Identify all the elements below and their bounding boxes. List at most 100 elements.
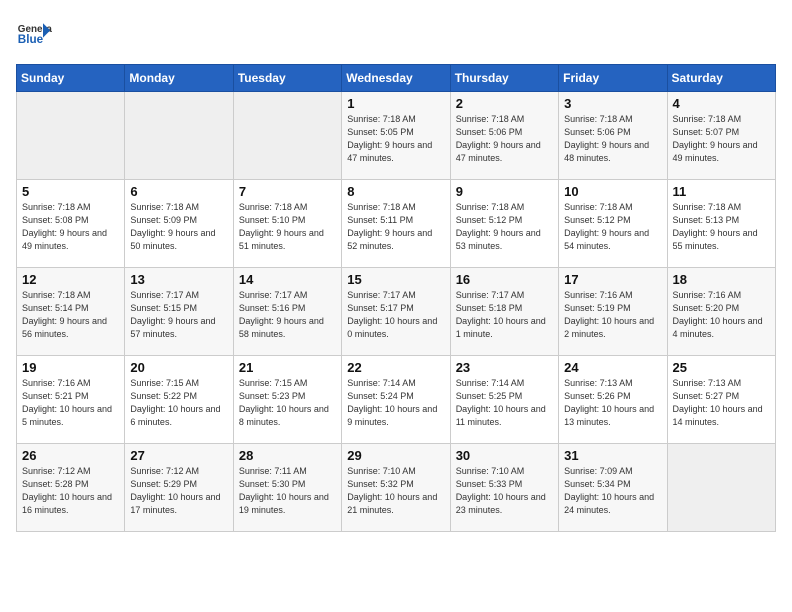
day-number: 8: [347, 184, 444, 199]
calendar-cell: 5 Sunrise: 7:18 AM Sunset: 5:08 PM Daylig…: [17, 180, 125, 268]
day-number: 22: [347, 360, 444, 375]
calendar-cell: 10Sunrise: 7:18 AM Sunset: 5:12 PM Dayli…: [559, 180, 667, 268]
calendar-cell: 24Sunrise: 7:13 AM Sunset: 5:26 PM Dayli…: [559, 356, 667, 444]
calendar-cell: 21 Sunrise: 7:15 AM Sunset: 5:23 PM Dayli…: [233, 356, 341, 444]
day-number: 5: [22, 184, 119, 199]
day-number: 23: [456, 360, 553, 375]
week-row-4: 19 Sunrise: 7:16 AM Sunset: 5:21 PM Dayli…: [17, 356, 776, 444]
calendar-cell: [233, 92, 341, 180]
header-thursday: Thursday: [450, 65, 558, 92]
calendar-cell: 19 Sunrise: 7:16 AM Sunset: 5:21 PM Dayli…: [17, 356, 125, 444]
day-number: 28: [239, 448, 336, 463]
cell-info: Sunrise: 7:16 AM Sunset: 5:20 PM Dayligh…: [673, 289, 770, 341]
cell-info: Sunrise: 7:17 AM Sunset: 5:15 PM Dayligh…: [130, 289, 227, 341]
cell-info: Sunrise: 7:13 AM Sunset: 5:27 PM Dayligh…: [673, 377, 770, 429]
day-number: 12: [22, 272, 119, 287]
day-number: 21: [239, 360, 336, 375]
calendar-cell: 25 Sunrise: 7:13 AM Sunset: 5:27 PM Dayli…: [667, 356, 775, 444]
day-number: 26: [22, 448, 119, 463]
day-number: 27: [130, 448, 227, 463]
day-number: 29: [347, 448, 444, 463]
day-number: 31: [564, 448, 661, 463]
day-number: 11: [673, 184, 770, 199]
cell-info: Sunrise: 7:18 AM Sunset: 5:08 PM Dayligh…: [22, 201, 119, 253]
cell-info: Sunrise: 7:17 AM Sunset: 5:18 PM Dayligh…: [456, 289, 553, 341]
header-monday: Monday: [125, 65, 233, 92]
calendar-cell: 6Sunrise: 7:18 AM Sunset: 5:09 PM Daylig…: [125, 180, 233, 268]
day-number: 20: [130, 360, 227, 375]
calendar-cell: 13 Sunrise: 7:17 AM Sunset: 5:15 PM Dayli…: [125, 268, 233, 356]
day-number: 7: [239, 184, 336, 199]
week-row-1: 1 Sunrise: 7:18 AM Sunset: 5:05 PM Daylig…: [17, 92, 776, 180]
day-number: 3: [564, 96, 661, 111]
cell-info: Sunrise: 7:16 AM Sunset: 5:19 PM Dayligh…: [564, 289, 661, 341]
calendar-cell: 4 Sunrise: 7:18 AM Sunset: 5:07 PM Daylig…: [667, 92, 775, 180]
cell-info: Sunrise: 7:18 AM Sunset: 5:12 PM Dayligh…: [564, 201, 661, 253]
calendar-cell: [17, 92, 125, 180]
calendar-cell: 7Sunrise: 7:18 AM Sunset: 5:10 PM Daylig…: [233, 180, 341, 268]
day-number: 14: [239, 272, 336, 287]
calendar-cell: 9 Sunrise: 7:18 AM Sunset: 5:12 PM Daylig…: [450, 180, 558, 268]
day-number: 16: [456, 272, 553, 287]
header-saturday: Saturday: [667, 65, 775, 92]
cell-info: Sunrise: 7:17 AM Sunset: 5:16 PM Dayligh…: [239, 289, 336, 341]
cell-info: Sunrise: 7:10 AM Sunset: 5:32 PM Dayligh…: [347, 465, 444, 517]
cell-info: Sunrise: 7:17 AM Sunset: 5:17 PM Dayligh…: [347, 289, 444, 341]
cell-info: Sunrise: 7:18 AM Sunset: 5:14 PM Dayligh…: [22, 289, 119, 341]
calendar-cell: 23 Sunrise: 7:14 AM Sunset: 5:25 PM Dayli…: [450, 356, 558, 444]
cell-info: Sunrise: 7:18 AM Sunset: 5:13 PM Dayligh…: [673, 201, 770, 253]
calendar-cell: 2 Sunrise: 7:18 AM Sunset: 5:06 PM Daylig…: [450, 92, 558, 180]
header-tuesday: Tuesday: [233, 65, 341, 92]
calendar-cell: 17 Sunrise: 7:16 AM Sunset: 5:19 PM Dayli…: [559, 268, 667, 356]
calendar-cell: 29 Sunrise: 7:10 AM Sunset: 5:32 PM Dayli…: [342, 444, 450, 532]
calendar-cell: 12 Sunrise: 7:18 AM Sunset: 5:14 PM Dayli…: [17, 268, 125, 356]
calendar-cell: 15Sunrise: 7:17 AM Sunset: 5:17 PM Dayli…: [342, 268, 450, 356]
cell-info: Sunrise: 7:14 AM Sunset: 5:24 PM Dayligh…: [347, 377, 444, 429]
calendar-cell: 30 Sunrise: 7:10 AM Sunset: 5:33 PM Dayli…: [450, 444, 558, 532]
calendar-cell: 31 Sunrise: 7:09 AM Sunset: 5:34 PM Dayli…: [559, 444, 667, 532]
week-row-2: 5 Sunrise: 7:18 AM Sunset: 5:08 PM Daylig…: [17, 180, 776, 268]
calendar-cell: 14 Sunrise: 7:17 AM Sunset: 5:16 PM Dayli…: [233, 268, 341, 356]
calendar-cell: 18Sunrise: 7:16 AM Sunset: 5:20 PM Dayli…: [667, 268, 775, 356]
day-number: 6: [130, 184, 227, 199]
calendar-cell: [667, 444, 775, 532]
day-number: 9: [456, 184, 553, 199]
header-sunday: Sunday: [17, 65, 125, 92]
page-header: General Blue: [16, 16, 776, 52]
day-number: 25: [673, 360, 770, 375]
header-wednesday: Wednesday: [342, 65, 450, 92]
calendar-cell: [125, 92, 233, 180]
cell-info: Sunrise: 7:18 AM Sunset: 5:06 PM Dayligh…: [456, 113, 553, 165]
cell-info: Sunrise: 7:12 AM Sunset: 5:28 PM Dayligh…: [22, 465, 119, 517]
day-number: 19: [22, 360, 119, 375]
calendar-cell: 28 Sunrise: 7:11 AM Sunset: 5:30 PM Dayli…: [233, 444, 341, 532]
cell-info: Sunrise: 7:16 AM Sunset: 5:21 PM Dayligh…: [22, 377, 119, 429]
cell-info: Sunrise: 7:15 AM Sunset: 5:23 PM Dayligh…: [239, 377, 336, 429]
calendar-cell: 22 Sunrise: 7:14 AM Sunset: 5:24 PM Dayli…: [342, 356, 450, 444]
svg-text:Blue: Blue: [18, 33, 44, 46]
calendar-body: 1 Sunrise: 7:18 AM Sunset: 5:05 PM Daylig…: [17, 92, 776, 532]
cell-info: Sunrise: 7:18 AM Sunset: 5:05 PM Dayligh…: [347, 113, 444, 165]
cell-info: Sunrise: 7:10 AM Sunset: 5:33 PM Dayligh…: [456, 465, 553, 517]
cell-info: Sunrise: 7:15 AM Sunset: 5:22 PM Dayligh…: [130, 377, 227, 429]
day-number: 4: [673, 96, 770, 111]
day-number: 30: [456, 448, 553, 463]
calendar-cell: 11 Sunrise: 7:18 AM Sunset: 5:13 PM Dayli…: [667, 180, 775, 268]
calendar-cell: 16 Sunrise: 7:17 AM Sunset: 5:18 PM Dayli…: [450, 268, 558, 356]
cell-info: Sunrise: 7:11 AM Sunset: 5:30 PM Dayligh…: [239, 465, 336, 517]
header-friday: Friday: [559, 65, 667, 92]
calendar-cell: 20 Sunrise: 7:15 AM Sunset: 5:22 PM Dayli…: [125, 356, 233, 444]
calendar-cell: 1 Sunrise: 7:18 AM Sunset: 5:05 PM Daylig…: [342, 92, 450, 180]
week-row-5: 26 Sunrise: 7:12 AM Sunset: 5:28 PM Dayli…: [17, 444, 776, 532]
day-number: 2: [456, 96, 553, 111]
days-header-row: Sunday Monday Tuesday Wednesday Thursday…: [17, 65, 776, 92]
cell-info: Sunrise: 7:18 AM Sunset: 5:12 PM Dayligh…: [456, 201, 553, 253]
cell-info: Sunrise: 7:18 AM Sunset: 5:07 PM Dayligh…: [673, 113, 770, 165]
cell-info: Sunrise: 7:09 AM Sunset: 5:34 PM Dayligh…: [564, 465, 661, 517]
day-number: 17: [564, 272, 661, 287]
cell-info: Sunrise: 7:18 AM Sunset: 5:11 PM Dayligh…: [347, 201, 444, 253]
day-number: 13: [130, 272, 227, 287]
calendar-cell: 26 Sunrise: 7:12 AM Sunset: 5:28 PM Dayli…: [17, 444, 125, 532]
day-number: 1: [347, 96, 444, 111]
cell-info: Sunrise: 7:14 AM Sunset: 5:25 PM Dayligh…: [456, 377, 553, 429]
